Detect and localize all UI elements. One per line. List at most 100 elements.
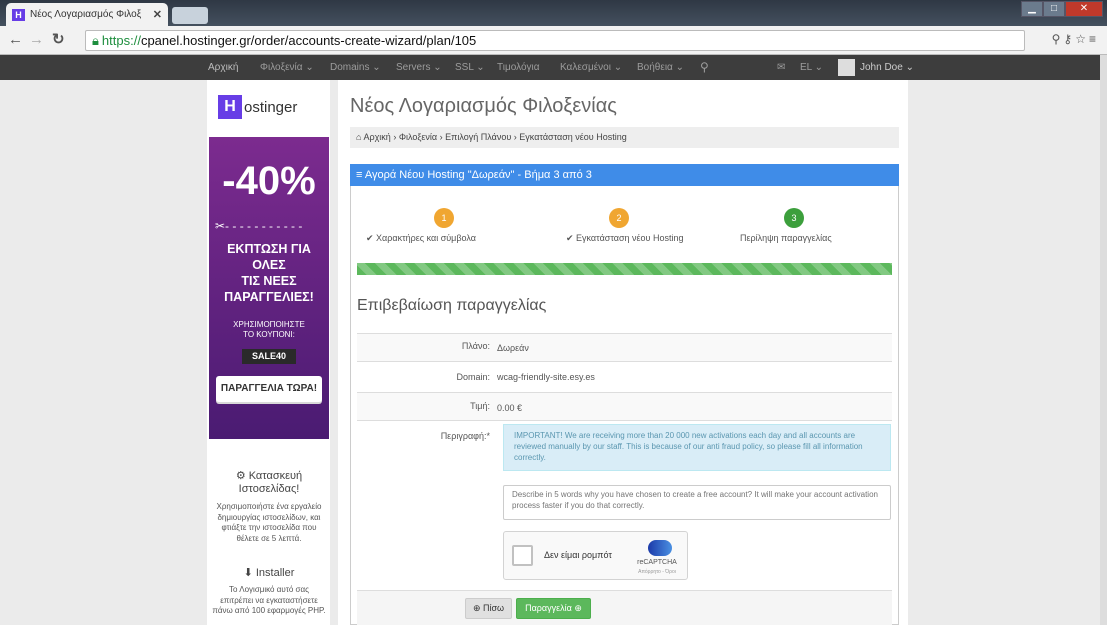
top-navigation: Αρχική Φιλοξενία ⌄ Domains ⌄ Servers ⌄ S… (0, 55, 1107, 80)
breadcrumb-separator: › (513, 132, 517, 142)
download-icon: ⬇ (243, 567, 256, 579)
promo-use-line: ΧΡΗΣΙΜΟΠΟΙΗΣΤΕ (233, 320, 305, 329)
reload-icon[interactable]: ↻ (52, 31, 65, 49)
search-icon[interactable]: ⚲ (700, 60, 709, 74)
recaptcha-brand: reCAPTCHA (637, 559, 677, 566)
panel-title: Αγορά Νέου Hosting "Δωρεάν" - Βήμα 3 από… (364, 169, 592, 181)
step-3-circle: 3 (784, 208, 804, 228)
back-button[interactable]: ⊕ Πίσω (465, 598, 512, 619)
forward-arrow-icon[interactable]: → (29, 31, 44, 49)
recaptcha-label: Δεν είμαι ρομπότ (544, 550, 612, 560)
nav-item-invited[interactable]: Καλεσμένοι ⌄ (560, 62, 622, 73)
nav-item-home[interactable]: Αρχική (208, 62, 238, 73)
hostinger-logo[interactable]: H ostinger (218, 95, 297, 119)
star-icon[interactable]: ☆ (1075, 32, 1089, 46)
description-label: Περιγραφή:* (440, 431, 490, 441)
builder-title[interactable]: ⚙︎ Κατασκευή Ιστοσελίδας! (209, 470, 329, 496)
scissors-icon: ✂- - - - - - - - - - - (215, 219, 303, 233)
installer-text-line: Το Λογισμικό αυτό σας (229, 585, 309, 594)
step-1-label: ✔ Χαρακτήρες και σύμβολα (366, 233, 476, 243)
promo-headline-line: ΟΛΕΣ (252, 258, 286, 272)
promo-headline-line: ΠΑΡΑΓΓΕΛΙΕΣ! (224, 290, 314, 304)
nav-item-ssl[interactable]: SSL ⌄ (455, 62, 485, 73)
breadcrumb-home[interactable]: Αρχική (363, 132, 390, 142)
builder-text: Χρησιμοποιήστε ένα εργαλείο δημιουργίας … (209, 502, 329, 544)
recaptcha-checkbox[interactable] (512, 545, 533, 566)
url-path: cpanel.hostinger.gr/order/accounts-creat… (140, 33, 477, 48)
order-button[interactable]: Παραγγελία ⊕ (516, 598, 591, 619)
builder-title-line: Κατασκευή (248, 470, 303, 482)
key-icon[interactable]: ⚷ (1063, 32, 1075, 46)
menu-icon[interactable]: ≡ (1089, 32, 1099, 46)
domain-label: Domain: (456, 372, 490, 382)
promo-use-line: ΤΟ ΚΟΥΠΟΝΙ: (243, 330, 295, 339)
builder-text-line: δημιουργίας ιστοσελίδων, και (217, 512, 321, 522)
nav-item-invoices[interactable]: Τιμολόγια (497, 62, 540, 73)
progress-bar (357, 263, 892, 275)
url-scheme: https:// (101, 33, 141, 48)
breadcrumb: ⌂ Αρχική › Φιλοξενία › Επιλογή Πλάνου › … (350, 127, 899, 148)
recaptcha-terms[interactable]: Απόρρητο - Όροι (632, 569, 682, 575)
page-title: Νέος Λογαριασμός Φιλοξενίας (350, 95, 617, 117)
zoom-icon[interactable]: ⚲ (1052, 32, 1064, 46)
breadcrumb-current: Εγκατάσταση νέου Hosting (519, 132, 627, 142)
breadcrumb-hosting[interactable]: Φιλοξενία (399, 132, 437, 142)
avatar[interactable] (838, 59, 855, 76)
tab-close-icon[interactable]: ✕ (153, 8, 162, 21)
mail-icon[interactable]: ✉ (777, 62, 785, 73)
nav-item-servers[interactable]: Servers ⌄ (396, 62, 442, 73)
user-menu[interactable]: John Doe ⌄ (860, 62, 914, 73)
builder-title-line: Ιστοσελίδας! (238, 483, 300, 495)
promo-percent: -40% (222, 159, 316, 203)
nav-item-hosting[interactable]: Φιλοξενία ⌄ (260, 62, 314, 73)
logo-text: ostinger (244, 98, 298, 116)
new-tab-button[interactable] (172, 7, 208, 24)
plan-value: Δωρεάν (497, 343, 529, 353)
installer-title[interactable]: ⬇ Installer (209, 567, 329, 580)
step-2-circle: 2 (609, 208, 629, 228)
breadcrumb-separator: › (393, 132, 397, 142)
description-input[interactable] (503, 485, 891, 520)
back-arrow-icon[interactable]: ← (8, 31, 23, 49)
step-2-label: ✔ Εγκατάσταση νέου Hosting (566, 233, 684, 243)
minimize-icon[interactable]: ▁ (1021, 1, 1043, 17)
omnibar: ← → ↻ 🔒︎ https://cpanel.hostinger.gr/orde… (0, 26, 1107, 55)
browser-chrome: H Νέος Λογαριασμός Φιλοξ ✕ ▁ □ ✕ ← → ↻ 🔒… (0, 0, 1107, 55)
panel-header: ≡ Αγορά Νέου Hosting "Δωρεάν" - Βήμα 3 α… (350, 164, 899, 186)
installer-text-line: πάνω από 100 εφαρμογές PHP. (212, 606, 326, 615)
confirm-title: Επιβεβαίωση παραγγελίας (357, 297, 547, 314)
nav-item-help[interactable]: Βοήθεια ⌄ (637, 62, 684, 73)
coupon-code: SALE40 (242, 349, 296, 364)
list-icon: ≡ (356, 169, 365, 181)
breadcrumb-separator: › (439, 132, 443, 142)
address-bar[interactable]: 🔒︎ https://cpanel.hostinger.gr/order/acco… (85, 30, 1025, 51)
installer-text-line: επιτρέπει να εγκαταστήσετε (220, 595, 318, 605)
form-footer (357, 590, 892, 625)
promo-coupon-text: ΧΡΗΣΙΜΟΠΟΙΗΣΤΕ ΤΟ ΚΟΥΠΟΝΙ: (209, 320, 329, 340)
step-3-label: Περίληψη παραγγελίας (740, 233, 832, 243)
installer-section: ⬇ Installer Το Λογισμικό αυτό σας επιτρέ… (209, 567, 329, 617)
tab-strip: H Νέος Λογαριασμός Φιλοξ ✕ ▁ □ ✕ (0, 0, 1107, 26)
price-label: Τιμή: (470, 401, 490, 411)
important-alert: IMPORTANT! We are receiving more than 20… (503, 424, 891, 471)
breadcrumb-plan[interactable]: Επιλογή Πλάνου (445, 132, 511, 142)
builder-text-line: θέλετε σε 5 λεπτά. (236, 533, 302, 543)
maximize-icon[interactable]: □ (1043, 1, 1065, 17)
toolbar-icons: ⚲⚷☆≡ (1052, 32, 1099, 46)
recaptcha-logo-icon (648, 540, 672, 556)
installer-text: Το Λογισμικό αυτό σας επιτρέπει να εγκατ… (209, 585, 329, 617)
recaptcha-widget: Δεν είμαι ρομπότ reCAPTCHA Απόρρητο - Όρ… (503, 531, 688, 580)
language-selector[interactable]: EL ⌄ (800, 62, 823, 73)
domain-value: wcag-friendly-site.esy.es (497, 372, 595, 382)
tab-title: Νέος Λογαριασμός Φιλοξ (30, 9, 142, 20)
order-now-button[interactable]: ΠΑΡΑΓΓΕΛΙΑ ΤΩΡΑ! (216, 376, 322, 402)
scrollbar[interactable] (1100, 55, 1107, 625)
promo-banner[interactable]: -40% ✂- - - - - - - - - - - ΕΚΠΤΩΣΗ ΓΙΑ … (209, 137, 329, 439)
browser-tab[interactable]: H Νέος Λογαριασμός Φιλοξ ✕ (6, 3, 168, 26)
step-1-circle: 1 (434, 208, 454, 228)
website-builder-section: ⚙︎ Κατασκευή Ιστοσελίδας! Χρησιμοποιήστε … (209, 470, 329, 544)
promo-headline-line: ΤΙΣ ΝΕΕΣ (241, 274, 297, 288)
close-window-icon[interactable]: ✕ (1065, 1, 1103, 17)
builder-text-line: φτιάξτε την ιστοσελίδα που (221, 523, 317, 532)
nav-item-domains[interactable]: Domains ⌄ (330, 62, 381, 73)
